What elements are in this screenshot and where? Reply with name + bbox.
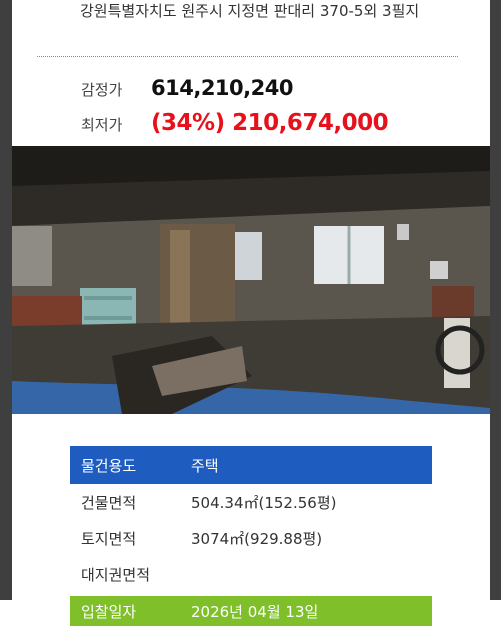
info-row-usage: 물건용도 주택: [70, 446, 432, 484]
info-value: 504.34㎡(152.56평): [191, 493, 337, 512]
minimum-label: 최저가: [81, 116, 123, 134]
info-value: 3074㎡(929.88평): [191, 529, 323, 548]
info-key: 물건용도: [81, 456, 137, 475]
property-photo-image: [12, 146, 490, 414]
info-row-land-right-area: 대지권면적: [70, 556, 432, 592]
appraisal-label: 감정가: [81, 81, 123, 99]
info-key: 대지권면적: [81, 565, 151, 584]
listing-card: 강원특별자치도 원주시 지정면 판대리 370-5외 3필지 감정가 614,21…: [12, 0, 490, 626]
minimum-value: (34%) 210,674,000: [151, 110, 389, 136]
info-key: 토지면적: [81, 529, 137, 548]
appraisal-price-row: 감정가 614,210,240: [81, 76, 293, 100]
appraisal-value: 614,210,240: [151, 76, 293, 100]
property-photo[interactable]: [12, 146, 490, 414]
right-border: [490, 0, 501, 600]
info-key: 건물면적: [81, 493, 137, 512]
property-info-table: 물건용도 주택 건물면적 504.34㎡(152.56평) 토지면적 3074㎡…: [70, 446, 432, 626]
info-value: 2026년 04월 13일: [191, 602, 319, 621]
property-address: 강원특별자치도 원주시 지정면 판대리 370-5외 3필지: [80, 2, 420, 20]
info-row-bid-date: 입찰일자 2026년 04월 13일: [70, 596, 432, 626]
info-value: 주택: [191, 456, 219, 475]
info-key: 입찰일자: [81, 602, 137, 621]
minimum-price-row: 최저가 (34%) 210,674,000: [81, 110, 389, 136]
dotted-divider: [37, 56, 458, 57]
info-row-land-area: 토지면적 3074㎡(929.88평): [70, 520, 432, 556]
left-border: [0, 0, 12, 600]
info-row-building-area: 건물면적 504.34㎡(152.56평): [70, 484, 432, 520]
